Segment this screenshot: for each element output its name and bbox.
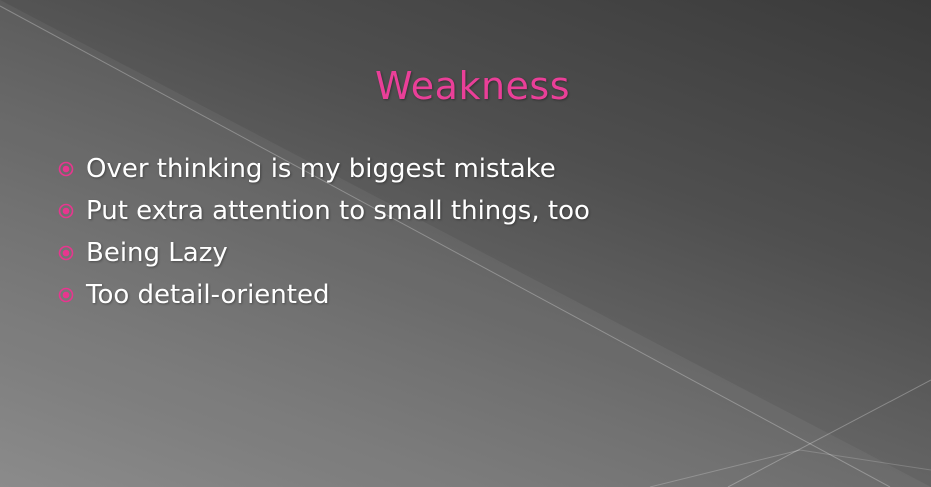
bullet-item-2: Put extra attention to small things, too <box>58 190 590 232</box>
bullet-item-1: Over thinking is my biggest mistake <box>58 148 590 190</box>
bullet-item-4: Too detail-oriented <box>58 274 590 316</box>
circle-dot-icon <box>58 203 74 219</box>
circle-dot-icon <box>58 245 74 261</box>
slide: Weakness Over thinking is my biggest mis… <box>0 0 931 487</box>
bullet-text-4: Too detail-oriented <box>86 280 330 310</box>
bullet-item-3: Being Lazy <box>58 232 590 274</box>
circle-dot-icon <box>58 161 74 177</box>
bullet-list: Over thinking is my biggest mistake Put … <box>58 148 590 316</box>
bullet-text-1: Over thinking is my biggest mistake <box>86 154 556 184</box>
bullet-text-3: Being Lazy <box>86 238 228 268</box>
slide-title: Weakness <box>374 64 571 108</box>
circle-dot-icon <box>58 287 74 303</box>
bullet-text-2: Put extra attention to small things, too <box>86 196 590 226</box>
